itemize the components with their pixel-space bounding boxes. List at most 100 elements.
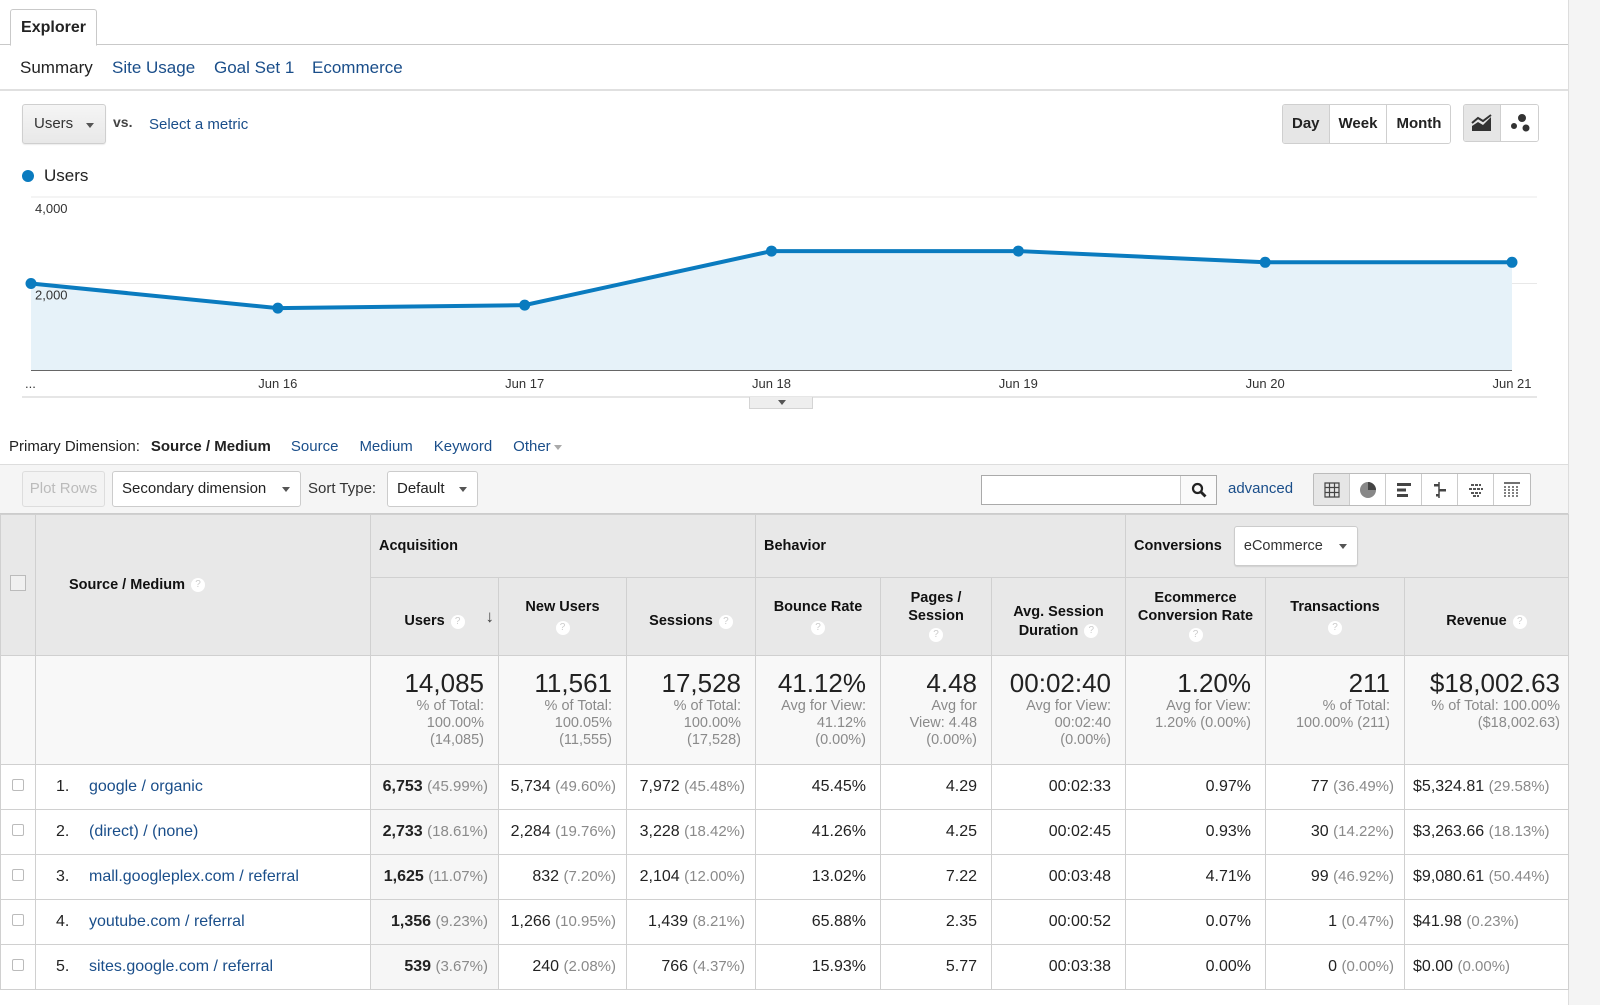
table-row: 3. mall.googleplex.com / referral 1,625 (… [0,854,1570,900]
row-sessions-value: 2,104 [639,868,680,885]
help-icon[interactable]: ? [450,614,465,629]
col-header-pages-session[interactable]: Pages / Session ? [880,577,993,656]
help-icon[interactable]: ? [1512,614,1527,629]
col-header-users[interactable]: Users? ↓ [370,577,499,656]
table-view-button[interactable] [1314,474,1350,505]
row-users: 2,733 (18.61%) [370,809,499,855]
primary-dimension-other[interactable]: Other [513,438,562,455]
row-users-pct: (45.99%) [427,778,488,795]
subtab-site-usage[interactable]: Site Usage [112,58,195,78]
term-cloud-view-button[interactable] [1458,474,1494,505]
row-transactions-pct: (0.00%) [1341,958,1395,975]
row-new-users-pct: (19.76%) [555,823,616,840]
col-header-sessions-label: Sessions [649,613,713,630]
table-search-input[interactable] [981,475,1217,505]
sort-type-select[interactable]: Default [387,471,478,507]
sort-descending-icon[interactable]: ↓ [486,606,495,627]
help-icon[interactable]: ? [1328,620,1343,635]
row-avg-duration: 00:03:38 [991,944,1127,990]
select-metric-link[interactable]: Select a metric [149,116,248,133]
chevron-down-icon [282,487,290,492]
total-users-value: 14,085 [404,668,484,698]
primary-dimension-source-medium[interactable]: Source / Medium [151,438,271,455]
row-revenue-pct: (29.58%) [1488,778,1550,795]
row-source-link[interactable]: (direct) / (none) [89,823,198,840]
search-button[interactable] [1180,476,1216,504]
dimension-header[interactable]: Source / Medium? [35,514,371,656]
col-header-avg-session-duration[interactable]: Avg. Session Duration? [991,577,1127,656]
plot-rows-button[interactable]: Plot Rows [22,471,105,507]
row-index: 5. [56,958,70,975]
group-conversions: Conversions eCommerce [1125,514,1570,578]
help-icon[interactable]: ? [811,620,826,635]
pivot-view-button[interactable] [1494,474,1530,505]
row-users-pct: (3.67%) [435,958,488,975]
tab-explorer[interactable]: Explorer [10,9,97,46]
help-icon[interactable]: ? [929,627,944,642]
primary-dimension-keyword[interactable]: Keyword [434,438,492,455]
col-header-new-users[interactable]: New Users? [498,577,627,656]
performance-view-button[interactable] [1386,474,1422,505]
primary-dimension-source[interactable]: Source [291,438,339,455]
row-checkbox[interactable] [12,779,24,791]
comparison-view-button[interactable] [1422,474,1458,505]
help-icon[interactable]: ? [191,578,206,593]
period-month-button[interactable]: Month [1387,105,1451,143]
conversions-select[interactable]: eCommerce [1233,526,1358,566]
total-users: 14,085% of Total: 100.00% (14,085) [370,655,499,765]
help-icon[interactable]: ? [555,620,570,635]
row-transactions-pct: (36.49%) [1333,778,1395,795]
totals-label-cell [35,655,371,765]
total-sub: % of Total: [673,698,742,714]
help-icon[interactable]: ? [1188,627,1203,642]
total-sub: % of Total: [544,698,612,714]
subtab-ecommerce[interactable]: Ecommerce [312,58,403,78]
advanced-filter-link[interactable]: advanced [1228,480,1293,497]
row-transactions-value: 0 [1328,958,1338,975]
col-header-sessions[interactable]: Sessions? [625,577,757,656]
row-new-users: 5,734 (49.60%) [498,764,627,810]
col-header-ecommerce-conversion-rate[interactable]: Ecommerce Conversion Rate ? [1125,577,1267,656]
total-sub: View: 4.48 [909,715,978,731]
row-source-link[interactable]: youtube.com / referral [89,913,245,930]
chart-collapse-handle[interactable] [749,397,813,409]
col-header-pages-session-label-2: Session [908,608,964,625]
period-day-button[interactable]: Day [1283,105,1330,143]
col-header-new-users-label: New Users [525,599,600,616]
row-avg-duration: 00:02:33 [991,764,1127,810]
row-checkbox[interactable] [12,959,24,971]
line-chart-button[interactable] [1464,105,1501,141]
col-header-revenue[interactable]: Revenue? [1404,577,1570,656]
row-source-link[interactable]: sites.google.com / referral [89,958,273,975]
total-sub: (14,085) [429,732,484,748]
row-checkbox[interactable] [12,824,24,836]
secondary-dimension-select[interactable]: Secondary dimension [112,471,301,507]
help-icon[interactable]: ? [718,614,733,629]
row-transactions-value: 77 [1310,778,1329,795]
subtab-summary[interactable]: Summary [20,58,93,78]
row-transactions: 77 (36.49%) [1265,764,1406,810]
primary-dimension-medium[interactable]: Medium [359,438,412,455]
row-revenue-value: $0.00 [1413,958,1454,975]
motion-chart-button[interactable] [1501,105,1538,141]
col-header-transactions[interactable]: Transactions? [1265,577,1406,656]
total-sub: (0.00%) [926,732,978,748]
row-checkbox[interactable] [12,869,24,881]
report-table: Source / Medium? Acquisition Behavior Co… [0,514,1570,990]
total-ecr-value: 1.20% [1177,668,1252,698]
metric-select[interactable]: Users [22,104,106,144]
period-week-button[interactable]: Week [1329,105,1388,143]
row-users-value: 539 [404,958,432,975]
totals-row: 14,085% of Total: 100.00% (14,085) 11,561%… [0,655,1570,765]
row-sessions-pct: (45.48%) [684,778,746,795]
subtab-goal-set-1[interactable]: Goal Set 1 [214,58,294,78]
help-icon[interactable]: ? [1084,623,1099,638]
pie-view-button[interactable] [1350,474,1386,505]
row-source-link[interactable]: mall.googleplex.com / referral [89,868,299,885]
row-pages-session: 5.77 [880,944,993,990]
row-bounce-rate: 41.26% [755,809,882,855]
col-header-bounce-rate[interactable]: Bounce Rate? [755,577,882,656]
row-source-link[interactable]: google / organic [89,778,203,795]
select-all-checkbox[interactable] [10,575,26,591]
row-checkbox[interactable] [12,914,24,926]
